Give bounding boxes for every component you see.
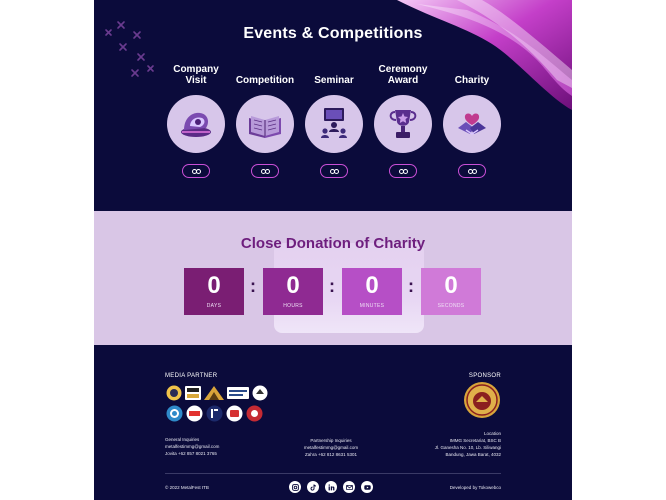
general-inquiries: General Inquiries metalfestimmg@gmail.co… [165, 436, 219, 457]
countdown-minutes: 0 MINUTES [342, 268, 402, 315]
event-card-label: Competition [235, 75, 295, 86]
tiktok-icon[interactable] [307, 481, 319, 493]
linkedin-icon[interactable] [325, 481, 337, 493]
location-line: Bandung, Jawa Barat, 4032 [445, 452, 501, 457]
countdown-unit: DAYS [206, 303, 222, 309]
countdown-seconds: 0 SECONDS [421, 268, 481, 315]
media-partner-logo[interactable] [226, 405, 243, 422]
events-section: Events & Competitions Company Visit Comp… [94, 0, 572, 211]
event-card-label: Company Visit [173, 64, 219, 86]
event-card-button[interactable] [182, 164, 210, 178]
event-card-competition: Competition [235, 62, 295, 182]
partnership-inquiries: Partnership Inquiries metalfestimmg@gmai… [287, 437, 375, 458]
countdown-value: 0 [286, 272, 300, 299]
event-card-company-visit: Company Visit [166, 62, 226, 182]
media-partner-logo[interactable] [246, 405, 263, 422]
countdown-separator: : [329, 276, 335, 296]
event-cards: Company Visit Competition Seminar Ceremo… [166, 62, 502, 182]
countdown-value: 0 [365, 272, 379, 299]
sponsor-heading: SPONSOR [468, 373, 501, 379]
link-icon [191, 168, 201, 174]
events-title: Events & Competitions [243, 25, 423, 42]
media-partner-logo[interactable] [186, 405, 203, 422]
company-visit-icon [167, 95, 225, 153]
countdown-timer: 0 DAYS : 0 HOURS : 0 MINUTES : 0 SECONDS [184, 268, 481, 315]
social-links [289, 481, 373, 493]
countdown-unit: HOURS [283, 303, 303, 309]
countdown-separator: : [250, 276, 256, 296]
event-card-charity: Charity [442, 62, 502, 182]
event-card-label: Seminar [314, 75, 354, 86]
event-card-button[interactable] [251, 164, 279, 178]
event-card-button[interactable] [389, 164, 417, 178]
countdown-value: 0 [207, 272, 221, 299]
location-line: IMMG Secretariat, BSC B [449, 438, 501, 443]
seminar-audience-icon [305, 95, 363, 153]
link-icon [398, 168, 408, 174]
sponsor-logo[interactable] [464, 382, 500, 418]
media-partner-logo[interactable] [252, 385, 268, 401]
event-card-seminar: Seminar [304, 62, 364, 182]
event-card-ceremony-award: Ceremony Award [373, 62, 433, 182]
developer-credit: Developed by Tokowebco [449, 485, 501, 490]
general-inquiries-phone[interactable]: Jovita +62 857 8021 3765 [165, 450, 219, 457]
countdown-title: Close Donation of Charity [240, 235, 426, 252]
countdown-separator: : [408, 276, 414, 296]
media-partner-logo[interactable] [166, 405, 183, 422]
link-icon [329, 168, 339, 174]
copyright: © 2022 MetalFest ITB [165, 485, 209, 490]
media-partner-logos [166, 385, 276, 426]
media-partner-logo[interactable] [166, 385, 182, 401]
partnership-inquiries-title: Partnership Inquiries [310, 438, 352, 443]
location-line: Jl. Ganesha No. 10, Lb. Siliwangi [434, 445, 501, 450]
event-card-label: Charity [454, 75, 490, 86]
countdown-section: Close Donation of Charity 0 DAYS : 0 HOU… [94, 211, 572, 345]
countdown-hours: 0 HOURS [263, 268, 323, 315]
media-partner-logo[interactable] [227, 387, 249, 399]
countdown-unit: SECONDS [437, 303, 465, 309]
media-partner-logo[interactable] [206, 405, 223, 422]
countdown-value: 0 [444, 272, 458, 299]
instagram-icon[interactable] [289, 481, 301, 493]
youtube-icon[interactable] [361, 481, 373, 493]
countdown-unit: MINUTES [359, 303, 385, 309]
link-icon [260, 168, 270, 174]
event-card-button[interactable] [320, 164, 348, 178]
location-title: Location [483, 431, 501, 436]
handshake-heart-icon [443, 95, 501, 153]
location: Location IMMG Secretariat, BSC B Jl. Gan… [435, 430, 501, 458]
open-book-icon [236, 95, 294, 153]
link-icon [467, 168, 477, 174]
media-partner-heading: MEDIA PARTNER [165, 373, 218, 379]
trophy-icon [374, 95, 432, 153]
partnership-inquiries-email[interactable]: metalfestimmg@gmail.com [287, 444, 375, 451]
email-icon[interactable] [343, 481, 355, 493]
page: Events & Competitions Company Visit Comp… [94, 0, 572, 500]
partnership-inquiries-phone[interactable]: Zahra +62 812 8631 5301 [287, 451, 375, 458]
media-partner-logo[interactable] [185, 386, 201, 400]
event-card-label: Ceremony Award [378, 64, 428, 86]
general-inquiries-title: General Inquiries [165, 437, 200, 442]
media-partner-logo[interactable] [204, 386, 224, 400]
footer: MEDIA PARTNER SPONSOR General Inquiries … [94, 345, 572, 500]
general-inquiries-email[interactable]: metalfestimmg@gmail.com [165, 443, 219, 450]
event-card-button[interactable] [458, 164, 486, 178]
footer-divider [165, 473, 501, 474]
countdown-days: 0 DAYS [184, 268, 244, 315]
